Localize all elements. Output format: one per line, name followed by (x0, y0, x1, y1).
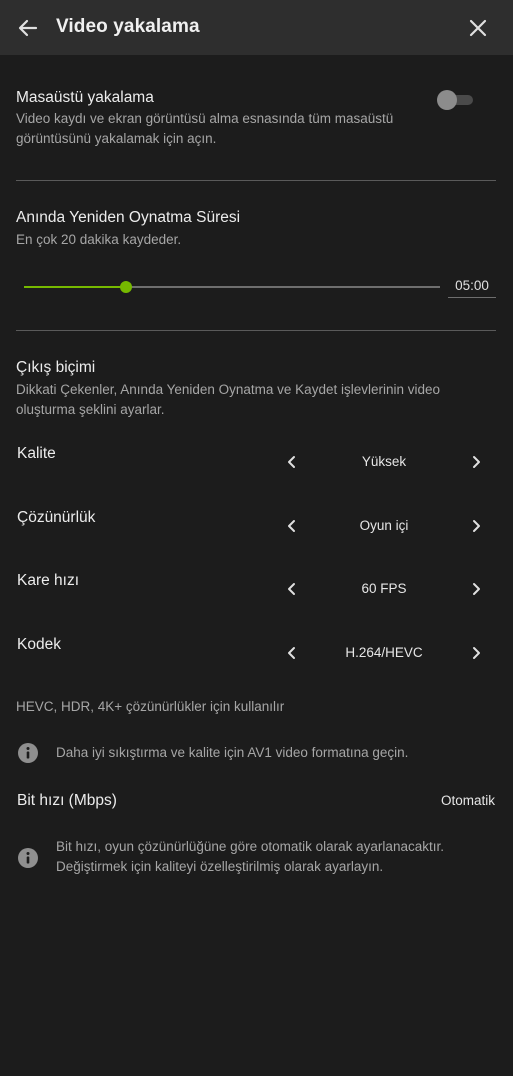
quality-value: Yüksek (361, 454, 407, 469)
chevron-left-icon (288, 520, 295, 532)
slider-fill (24, 286, 126, 288)
chevron-right-icon (473, 647, 480, 659)
bitrate-info-text: Bit hızı, oyun çözünürlüğüne göre otomat… (56, 839, 444, 874)
close-button[interactable] (465, 15, 491, 41)
desktop-capture-title: Masaüstü yakalama (16, 89, 154, 106)
quality-prev-button[interactable] (283, 453, 301, 471)
toggle-knob (437, 90, 457, 110)
info-icon (18, 743, 38, 763)
back-button[interactable] (14, 14, 42, 42)
av1-info-text: Daha iyi sıkıştırma ve kalite için AV1 v… (56, 745, 409, 760)
resolution-prev-button[interactable] (283, 517, 301, 535)
bitrate-value: Otomatik (440, 793, 495, 808)
page-title: Video yakalama (56, 16, 200, 37)
frame-rate-prev-button[interactable] (283, 580, 301, 598)
slider-thumb[interactable] (119, 281, 132, 293)
output-format-title: Çıkış biçimi (16, 359, 96, 376)
divider (16, 180, 496, 181)
desktop-capture-toggle[interactable] (437, 90, 475, 110)
codec-prev-button[interactable] (283, 644, 301, 662)
instant-replay-time-input[interactable]: 05:00 (448, 276, 496, 298)
chevron-right-icon (473, 583, 480, 595)
output-format-description: Dikkati Çekenler, Anında Yeniden Oynatma… (16, 382, 441, 417)
codec-next-button[interactable] (467, 644, 485, 662)
bitrate-label: Bit hızı (Mbps) (17, 792, 117, 809)
instant-replay-description: En çok 20 dakika kaydeder. (16, 232, 182, 247)
frame-rate-label: Kare hızı (17, 572, 80, 589)
divider (16, 330, 496, 331)
close-icon (469, 19, 487, 37)
resolution-label: Çözünürlük (17, 509, 96, 526)
frame-rate-next-button[interactable] (467, 580, 485, 598)
frame-rate-value: 60 FPS (361, 581, 407, 596)
instant-replay-slider[interactable] (24, 277, 440, 297)
chevron-left-icon (288, 583, 295, 595)
chevron-left-icon (288, 456, 295, 468)
arrow-left-icon (18, 19, 38, 37)
video-capture-panel: Video yakalama Masaüstü yakalama Video k… (0, 0, 513, 1076)
chevron-right-icon (473, 520, 480, 532)
resolution-value: Oyun içi (359, 518, 409, 533)
desktop-capture-description: Video kaydı ve ekran görüntüsü alma esna… (16, 111, 394, 146)
resolution-next-button[interactable] (467, 517, 485, 535)
quality-next-button[interactable] (467, 453, 485, 471)
chevron-left-icon (288, 647, 295, 659)
info-icon (18, 848, 38, 868)
chevron-right-icon (473, 456, 480, 468)
codec-label: Kodek (17, 636, 61, 653)
instant-replay-title: Anında Yeniden Oynatma Süresi (16, 209, 241, 226)
codec-value: H.264/HEVC (345, 645, 423, 660)
quality-label: Kalite (17, 445, 56, 462)
codec-note: HEVC, HDR, 4K+ çözünürlükler için kullan… (16, 699, 285, 714)
header-bar: Video yakalama (0, 0, 513, 55)
